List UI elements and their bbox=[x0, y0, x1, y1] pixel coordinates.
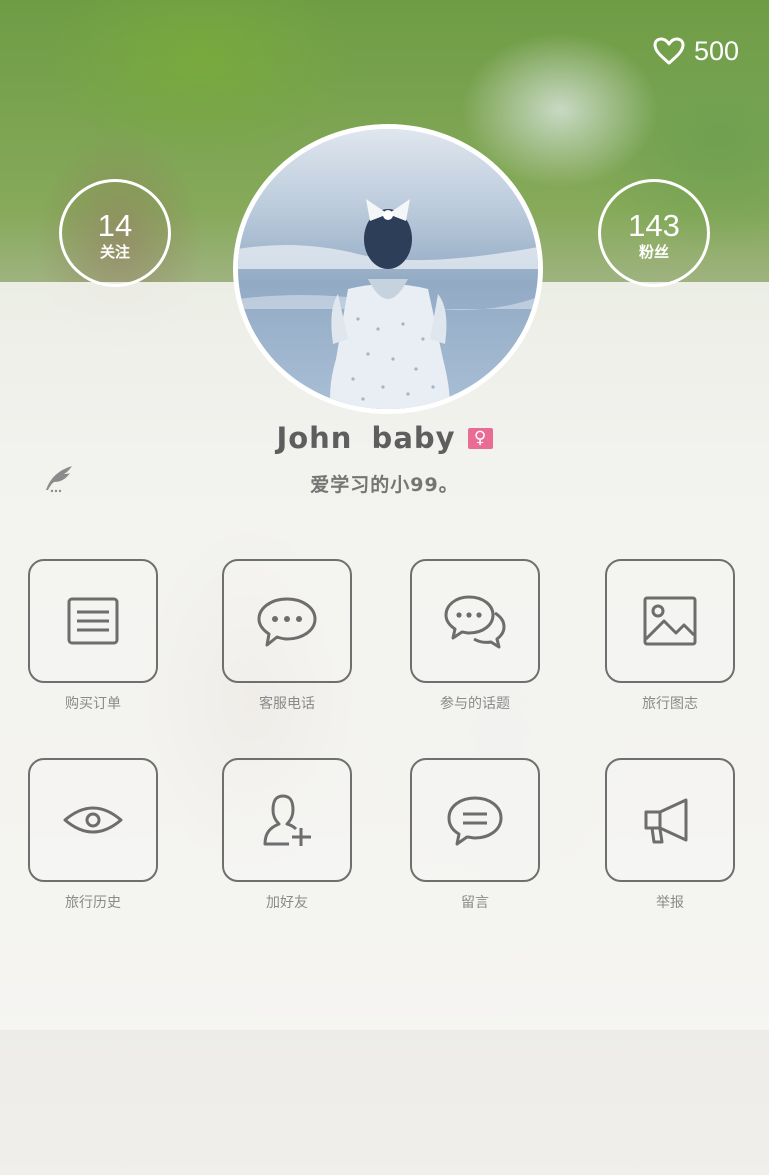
content-panel-bottom bbox=[0, 1030, 769, 1175]
menu-travel-history[interactable]: 旅行历史 bbox=[28, 758, 158, 912]
add-friend-icon bbox=[263, 794, 311, 846]
menu-add-friend[interactable]: 加好友 bbox=[222, 758, 352, 912]
menu-message[interactable]: 留言 bbox=[410, 758, 540, 912]
gender-female-icon: ♀ bbox=[467, 427, 493, 449]
order-list-icon bbox=[67, 597, 119, 645]
chat-bubble-icon bbox=[257, 597, 317, 647]
menu-travel-history-button[interactable] bbox=[28, 758, 158, 882]
menu-travel-gallery-label: 旅行图志 bbox=[642, 696, 698, 712]
menu-topics-label: 参与的话题 bbox=[440, 696, 510, 712]
conversation-icon bbox=[444, 595, 506, 649]
menu-customer-service[interactable]: 客服电话 bbox=[222, 559, 352, 713]
menu-report-label: 举报 bbox=[656, 895, 684, 911]
menu-purchase-orders-button[interactable] bbox=[28, 559, 158, 683]
menu-topics-button[interactable] bbox=[410, 559, 540, 683]
followers-label: 粉丝 bbox=[638, 243, 669, 261]
menu-report[interactable]: 举报 bbox=[605, 758, 735, 912]
followers-stat[interactable]: 143 粉丝 bbox=[598, 179, 710, 287]
followers-count: 143 bbox=[628, 208, 680, 243]
menu-purchase-orders-label: 购买订单 bbox=[65, 696, 121, 712]
likes-counter[interactable]: 500 bbox=[652, 34, 739, 68]
megaphone-icon bbox=[644, 798, 688, 844]
avatar-photo bbox=[238, 129, 538, 409]
following-stat[interactable]: 14 关注 bbox=[59, 179, 171, 287]
menu-message-label: 留言 bbox=[461, 895, 489, 911]
menu-message-button[interactable] bbox=[410, 758, 540, 882]
menu-add-friend-button[interactable] bbox=[222, 758, 352, 882]
menu-purchase-orders[interactable]: 购买订单 bbox=[28, 559, 158, 713]
menu-customer-service-button[interactable] bbox=[222, 559, 352, 683]
menu-travel-history-label: 旅行历史 bbox=[65, 895, 121, 911]
profile-name-row: John baby ♀ bbox=[0, 420, 769, 456]
menu-topics[interactable]: 参与的话题 bbox=[410, 559, 540, 713]
menu-customer-service-label: 客服电话 bbox=[259, 696, 315, 712]
message-icon bbox=[447, 796, 503, 846]
menu-add-friend-label: 加好友 bbox=[266, 895, 308, 911]
eye-icon bbox=[63, 806, 123, 834]
avatar[interactable] bbox=[233, 124, 543, 414]
profile-bio: 爱学习的小99。 bbox=[310, 474, 459, 496]
menu-travel-gallery[interactable]: 旅行图志 bbox=[605, 559, 735, 713]
heart-outline-icon bbox=[653, 37, 685, 65]
profile-name: John baby bbox=[276, 421, 456, 455]
image-icon bbox=[643, 596, 697, 646]
menu-travel-gallery-button[interactable] bbox=[605, 559, 735, 683]
menu-report-button[interactable] bbox=[605, 758, 735, 882]
following-label: 关注 bbox=[99, 243, 130, 261]
likes-count: 500 bbox=[693, 35, 739, 66]
following-count: 14 bbox=[97, 208, 133, 243]
